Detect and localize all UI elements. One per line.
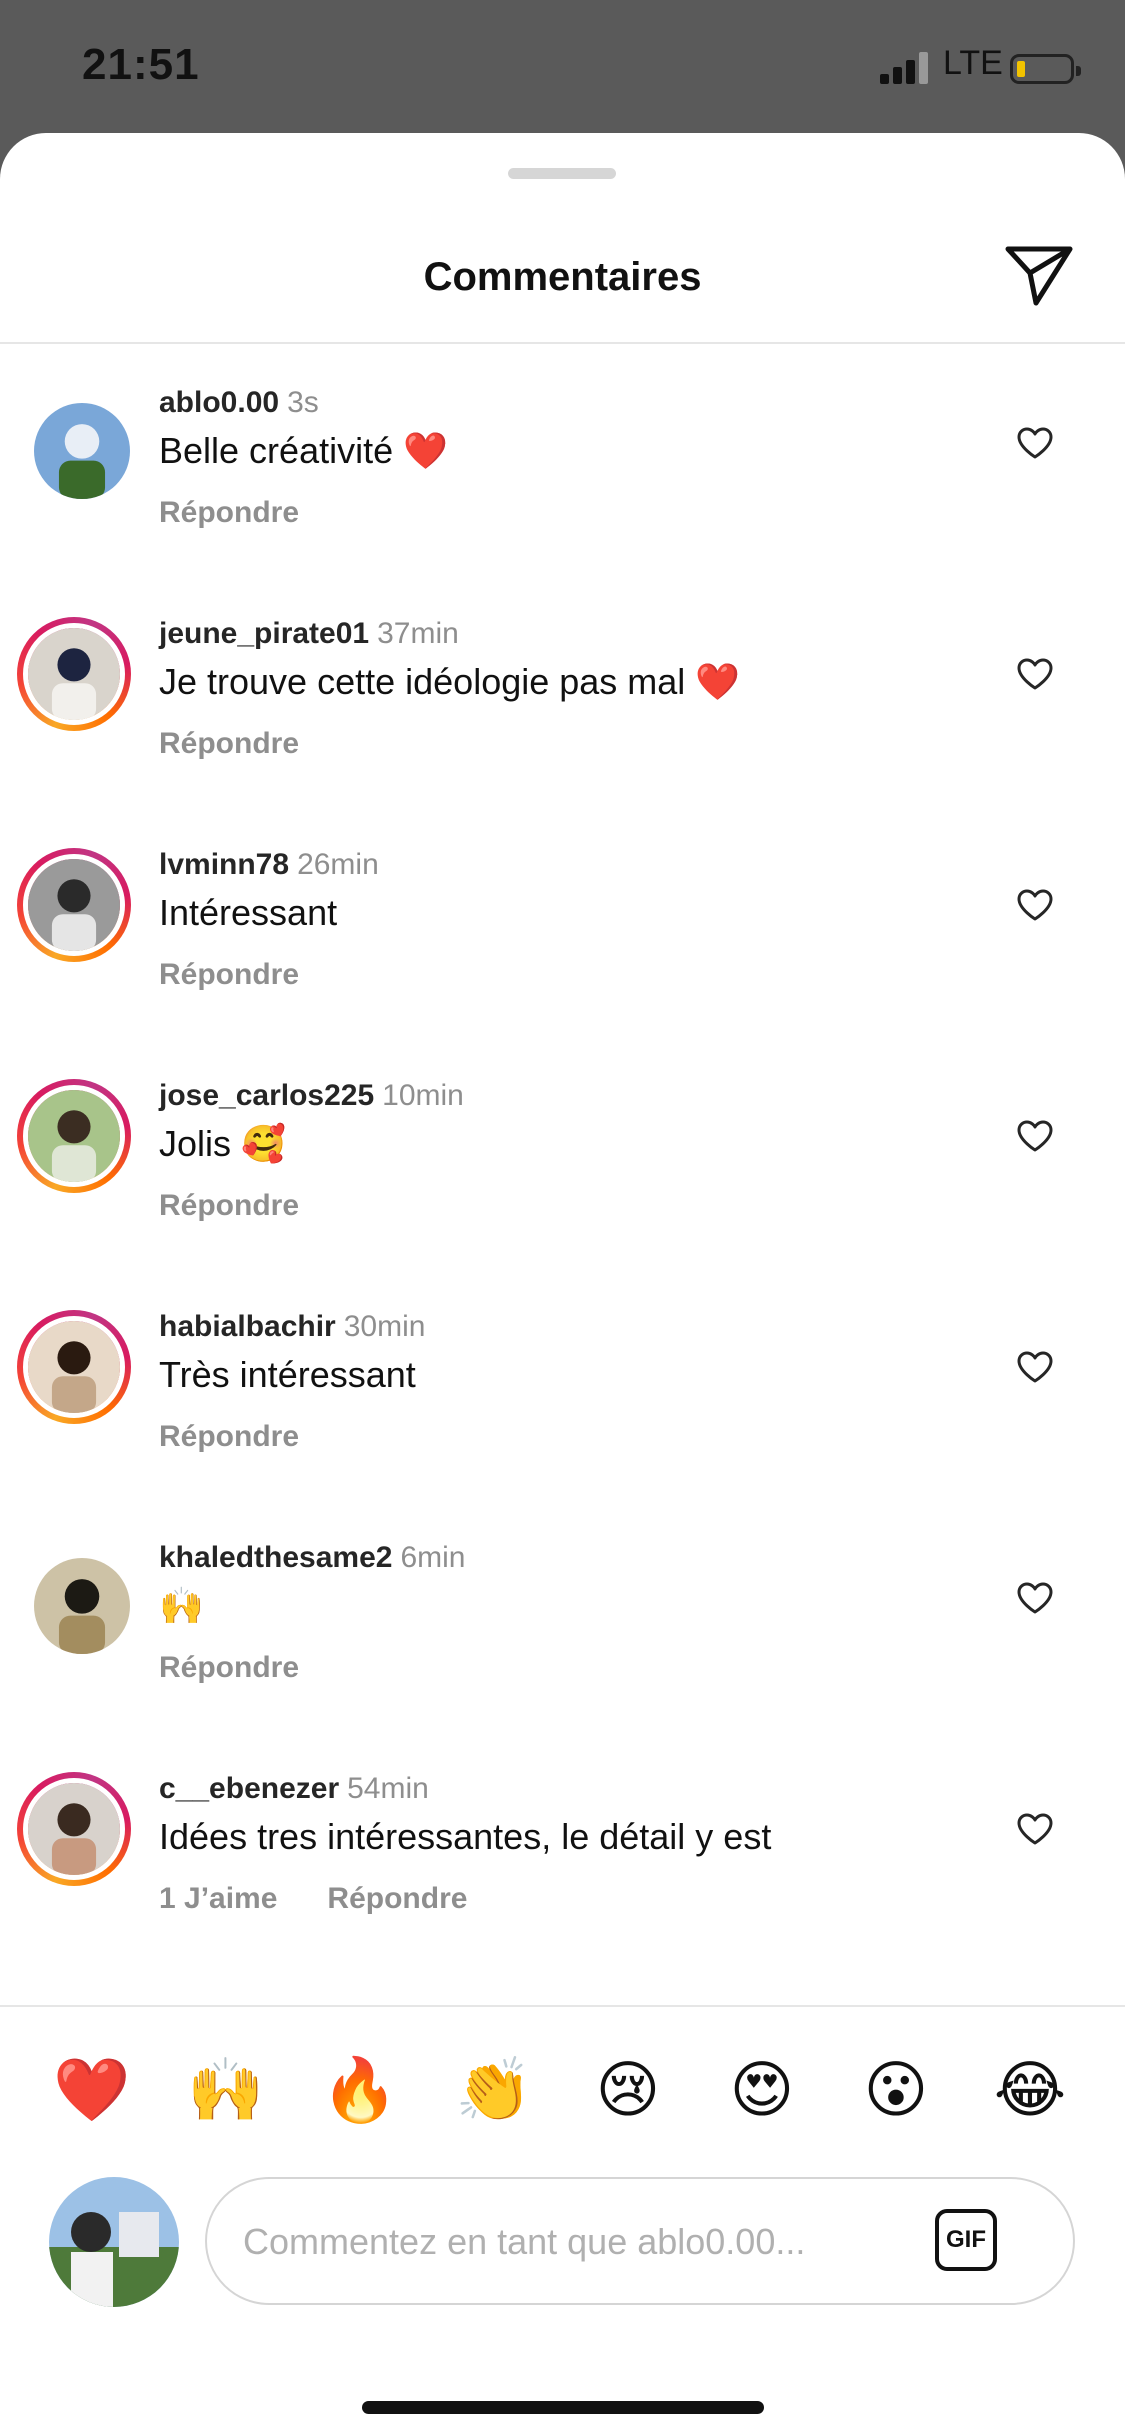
comment-time: 6min	[400, 1541, 466, 1574]
avatar[interactable]	[34, 403, 130, 499]
avatar-story-ring[interactable]	[17, 386, 131, 500]
comment-actions: 1 J’aime Répondre	[159, 1882, 517, 1916]
comment-text: Jolis 🥰	[159, 1123, 286, 1164]
my-avatar	[49, 2177, 179, 2307]
comment-time: 3s	[287, 386, 319, 419]
comment-row[interactable]: jose_carlos225 10min Jolis 🥰 Répondre	[0, 1079, 1125, 1310]
reply-button[interactable]: Répondre	[327, 1882, 467, 1915]
emoji-laughing-button[interactable]: 😂	[990, 2050, 1070, 2130]
comment-text: 🙌	[159, 1585, 204, 1626]
quick-emoji-bar: ❤️ 🙌 🔥 👏 😢 😍 😮 😂	[0, 2050, 1125, 2140]
emoji-raised-hands-button[interactable]: 🙌	[186, 2050, 266, 2130]
comment-text: Idées tres intéressantes, le détail y es…	[159, 1816, 772, 1857]
comment-like-count[interactable]: 1 J’aime	[159, 1882, 277, 1915]
reply-button[interactable]: Répondre	[159, 1420, 299, 1453]
comment-header: habialbachir 30min	[159, 1310, 425, 1344]
page-title: Commentaires	[423, 255, 702, 299]
gif-button[interactable]: GIF	[935, 2209, 997, 2271]
avatar[interactable]	[34, 1558, 130, 1654]
comment-input[interactable]: Commentez en tant que ablo0.00... GIF	[205, 2177, 1075, 2305]
comment-time: 54min	[347, 1772, 429, 1805]
comment-time: 26min	[297, 848, 379, 881]
comment-row[interactable]: lvminn78 26min Intéressant Répondre	[0, 848, 1125, 1079]
comment-time: 10min	[382, 1079, 464, 1112]
emoji-surprised-button[interactable]: 😮	[856, 2050, 936, 2130]
comment-actions: Répondre	[159, 496, 349, 530]
emoji-heart-eyes-button[interactable]: 😍	[722, 2050, 802, 2130]
comment-row[interactable]: habialbachir 30min Très intéressant Répondr…	[0, 1310, 1125, 1541]
avatar-story-ring[interactable]	[17, 1079, 131, 1193]
home-indicator[interactable]	[362, 2401, 764, 2414]
emoji-clap-button[interactable]: 👏	[454, 2050, 534, 2130]
cellular-signal-icon	[880, 52, 928, 84]
comment-username[interactable]: ablo0.00	[159, 386, 279, 419]
comment-time: 37min	[377, 617, 459, 650]
avatar[interactable]	[23, 1085, 125, 1187]
comment-header: c__ebenezer 54min	[159, 1772, 429, 1806]
like-heart-icon[interactable]	[1016, 1119, 1054, 1153]
comment-username[interactable]: c__ebenezer	[159, 1772, 339, 1805]
comment-header: ablo0.00 3s	[159, 386, 319, 420]
status-time: 21:51	[82, 40, 200, 89]
comment-header: khaledthesame2 6min	[159, 1541, 465, 1575]
comment-text: Je trouve cette idéologie pas mal ❤️	[159, 661, 741, 702]
network-type: LTE	[943, 44, 1003, 82]
comment-row[interactable]: khaledthesame2 6min 🙌 Répondre	[0, 1541, 1125, 1772]
like-heart-icon[interactable]	[1016, 657, 1054, 691]
avatar-story-ring[interactable]	[17, 848, 131, 962]
emoji-crying-button[interactable]: 😢	[588, 2050, 668, 2130]
comment-text: Très intéressant	[159, 1354, 416, 1395]
avatar[interactable]	[23, 623, 125, 725]
comment-actions: Répondre	[159, 958, 349, 992]
comment-text: Intéressant	[159, 892, 338, 933]
avatar-story-ring[interactable]	[17, 617, 131, 731]
avatar-story-ring[interactable]	[17, 1310, 131, 1424]
comment-header: jose_carlos225 10min	[159, 1079, 464, 1113]
avatar-story-ring[interactable]	[17, 1772, 131, 1886]
like-heart-icon[interactable]	[1016, 1812, 1054, 1846]
comment-actions: Répondre	[159, 1420, 349, 1454]
comment-row[interactable]: ablo0.00 3s Belle créativité ❤️ Répondre	[0, 386, 1125, 617]
like-heart-icon[interactable]	[1016, 1350, 1054, 1384]
comments-sheet: Commentaires ablo0.00 3s Belle créativité …	[0, 133, 1125, 2436]
comment-username[interactable]: habialbachir	[159, 1310, 336, 1343]
comment-header: lvminn78 26min	[159, 848, 379, 882]
comment-header: jeune_pirate01 37min	[159, 617, 459, 651]
comment-text: Belle créativité ❤️	[159, 430, 448, 471]
composer-divider	[0, 2005, 1125, 2007]
like-heart-icon[interactable]	[1016, 426, 1054, 460]
like-heart-icon[interactable]	[1016, 1581, 1054, 1615]
comment-actions: Répondre	[159, 727, 349, 761]
comment-username[interactable]: khaledthesame2	[159, 1541, 392, 1574]
comment-actions: Répondre	[159, 1189, 349, 1223]
avatar[interactable]	[23, 1778, 125, 1880]
sheet-grabber[interactable]	[508, 168, 616, 179]
comment-username[interactable]: lvminn78	[159, 848, 289, 881]
avatar[interactable]	[23, 1316, 125, 1418]
reply-button[interactable]: Répondre	[159, 1651, 299, 1684]
battery-icon	[1010, 54, 1081, 84]
comment-input-placeholder: Commentez en tant que ablo0.00...	[243, 2221, 806, 2262]
emoji-heart-button[interactable]: ❤️	[52, 2050, 132, 2130]
reply-button[interactable]: Répondre	[159, 1189, 299, 1222]
share-send-icon[interactable]	[1004, 243, 1076, 309]
header-divider	[0, 342, 1125, 344]
status-bar: 21:51 LTE	[0, 0, 1125, 135]
emoji-fire-button[interactable]: 🔥	[320, 2050, 400, 2130]
avatar[interactable]	[23, 854, 125, 956]
like-heart-icon[interactable]	[1016, 888, 1054, 922]
comment-actions: Répondre	[159, 1651, 349, 1685]
comment-time: 30min	[343, 1310, 426, 1343]
avatar-story-ring[interactable]	[17, 1541, 131, 1655]
comment-row[interactable]: c__ebenezer 54min Idées tres intéressantes…	[0, 1772, 1125, 2003]
reply-button[interactable]: Répondre	[159, 727, 299, 760]
reply-button[interactable]: Répondre	[159, 496, 299, 529]
comment-row[interactable]: jeune_pirate01 37min Je trouve cette idéol…	[0, 617, 1125, 848]
reply-button[interactable]: Répondre	[159, 958, 299, 991]
comment-username[interactable]: jeune_pirate01	[159, 617, 369, 650]
comment-username[interactable]: jose_carlos225	[159, 1079, 374, 1112]
